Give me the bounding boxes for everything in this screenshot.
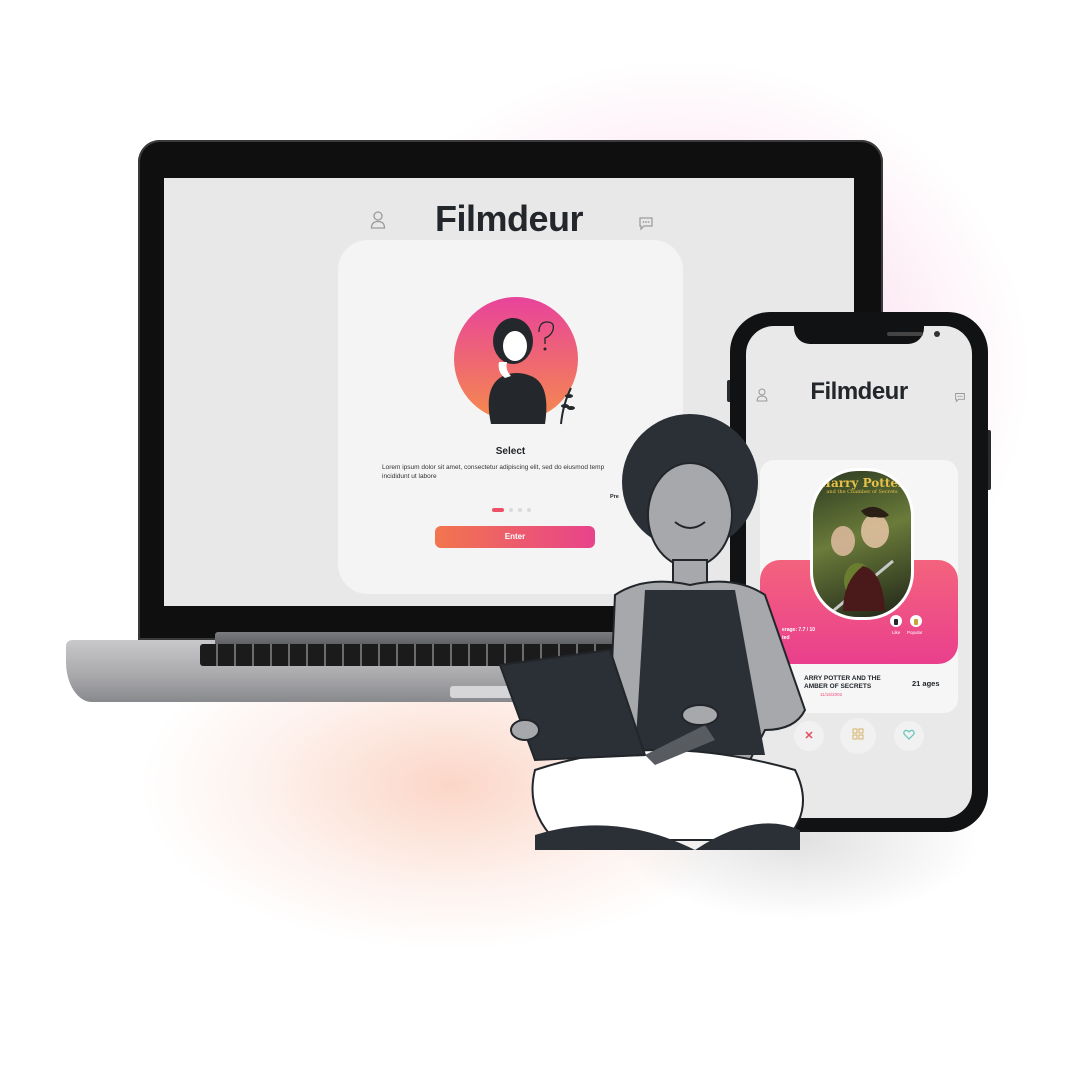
like-icon[interactable] <box>890 615 902 627</box>
phone-speaker <box>887 332 923 336</box>
phone-notch <box>794 326 940 344</box>
grid-icon <box>852 728 864 740</box>
person-with-laptop-illustration <box>498 414 807 850</box>
heart-icon <box>903 729 915 740</box>
popular-label: Popular <box>907 630 923 635</box>
chat-icon[interactable] <box>954 390 966 408</box>
movie-poster[interactable]: Harry Potter and the Chamber of Secrets <box>810 468 914 620</box>
details-button[interactable] <box>840 718 876 754</box>
phone-app-title: Filmdeur <box>810 378 908 405</box>
phone-camera <box>934 331 940 337</box>
user-icon[interactable] <box>370 211 386 234</box>
like-button[interactable] <box>894 721 924 751</box>
user-icon[interactable] <box>756 388 768 407</box>
age-rating: 21 ages <box>912 679 940 688</box>
chat-icon[interactable] <box>638 216 654 236</box>
thinking-woman-illustration <box>454 297 578 425</box>
laptop-app-title: Filmdeur <box>434 198 584 239</box>
popular-icon[interactable] <box>910 615 922 627</box>
like-label: Like <box>892 630 901 635</box>
